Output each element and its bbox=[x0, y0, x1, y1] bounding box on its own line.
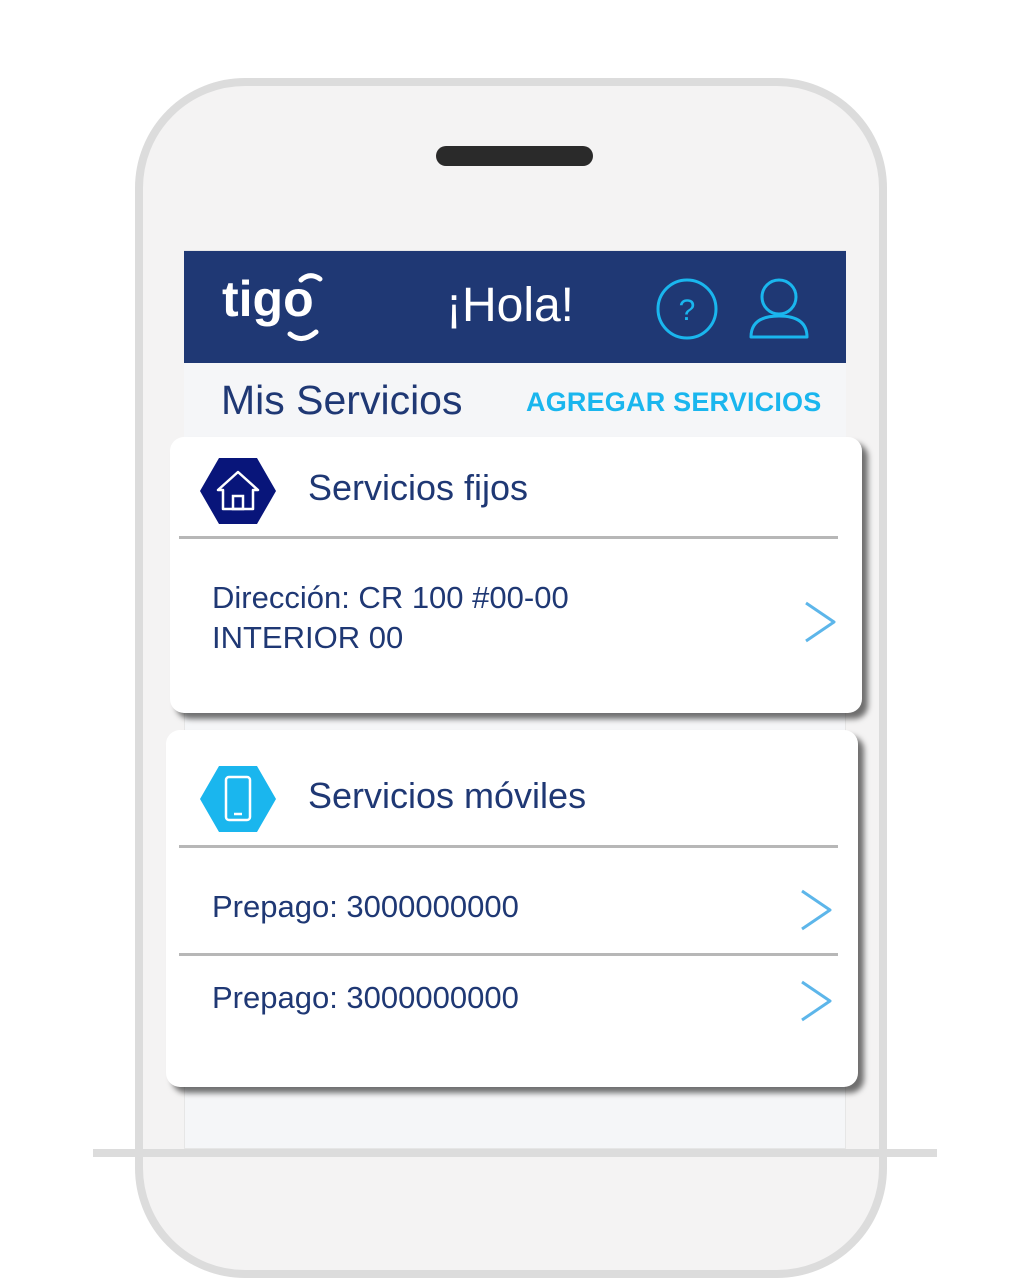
mobile-service-label: Prepago: 3000000000 bbox=[212, 889, 519, 924]
fixed-services-title: Servicios fijos bbox=[308, 467, 529, 508]
divider bbox=[179, 845, 838, 848]
address-line-1: Dirección: CR 100 #00-00 bbox=[212, 580, 569, 615]
mobile-service-label: Prepago: 3000000000 bbox=[212, 980, 519, 1015]
address-line-2: INTERIOR 00 bbox=[212, 620, 404, 655]
question-circle-icon[interactable]: ? bbox=[655, 277, 719, 341]
mobile-services-title: Servicios móviles bbox=[308, 775, 587, 816]
divider bbox=[179, 953, 838, 956]
greeting-text: ¡Hola! bbox=[445, 279, 575, 332]
add-services-link[interactable]: AGREGAR SERVICIOS bbox=[526, 386, 821, 418]
phone-base-line bbox=[93, 1149, 937, 1157]
house-icon bbox=[200, 458, 276, 524]
tigo-logo[interactable]: tigo bbox=[222, 270, 332, 346]
chevron-right-icon[interactable] bbox=[798, 888, 834, 932]
chevron-right-icon[interactable] bbox=[802, 600, 838, 644]
user-icon[interactable] bbox=[748, 276, 810, 340]
chevron-right-icon[interactable] bbox=[798, 979, 834, 1023]
svg-text:?: ? bbox=[679, 294, 696, 327]
page-title: Mis Servicios bbox=[221, 377, 463, 423]
divider bbox=[179, 536, 838, 539]
phone-speaker bbox=[436, 146, 593, 166]
mobile-phone-icon bbox=[200, 766, 276, 832]
